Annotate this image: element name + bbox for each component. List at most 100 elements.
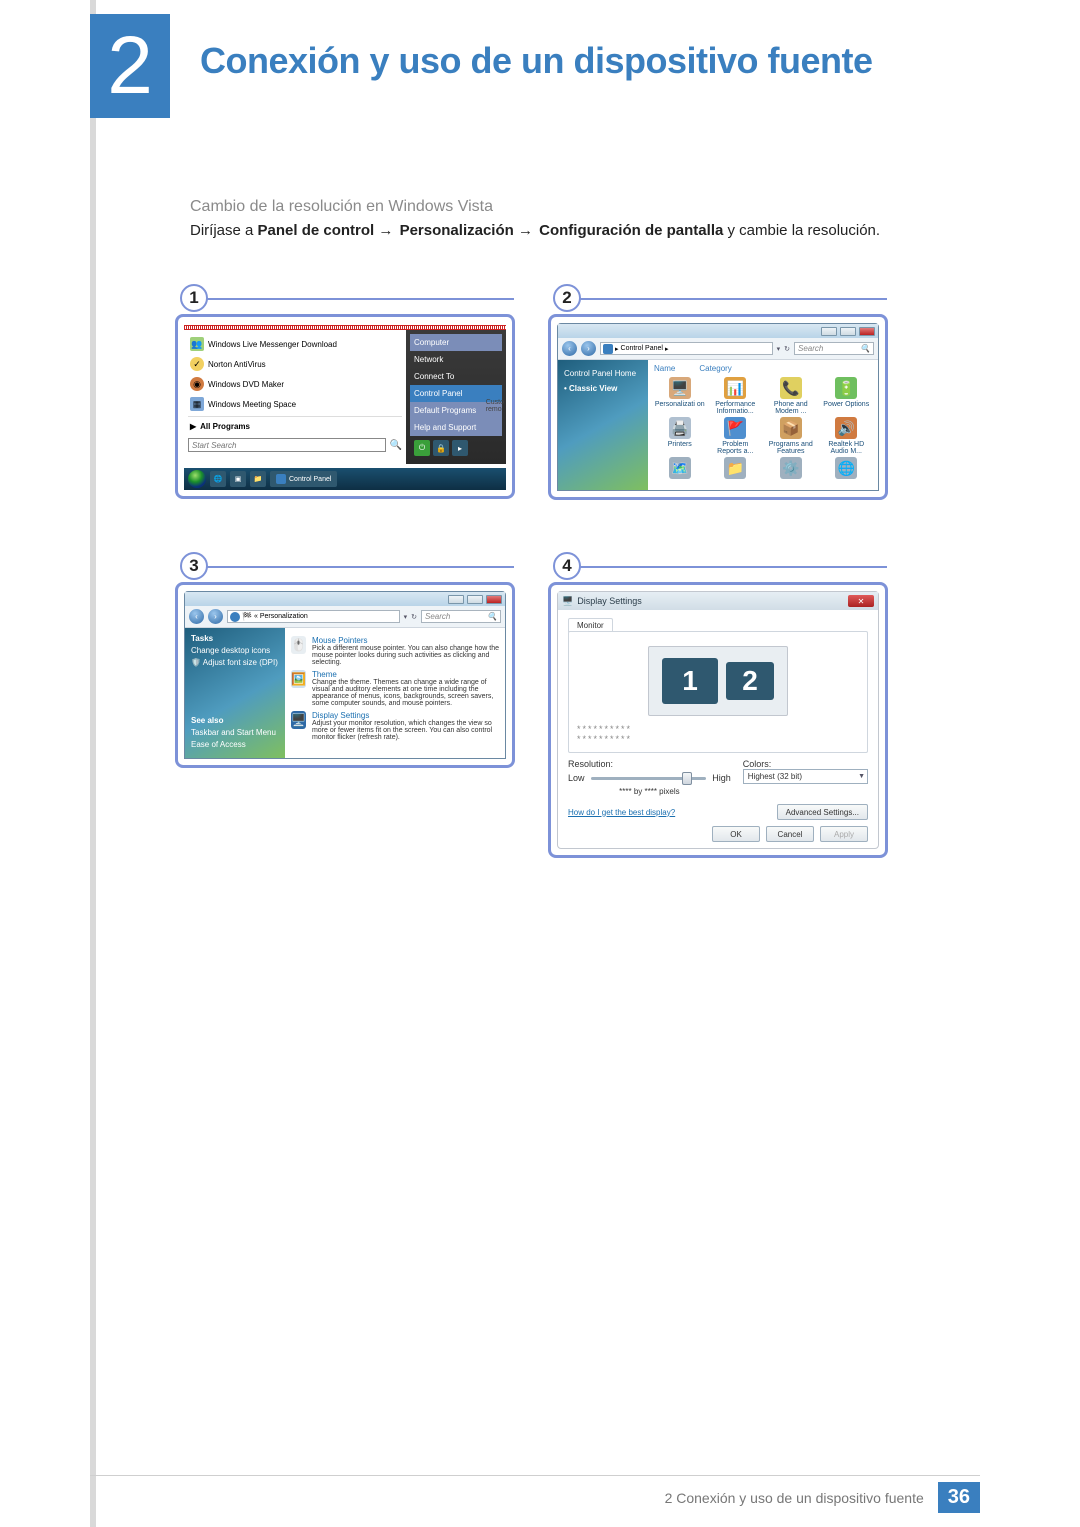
cp-item-icon: 🚩 <box>724 417 746 439</box>
colors-combo[interactable]: Highest (32 bit) ▼ <box>743 769 868 784</box>
monitor-preview[interactable]: 1 2 <box>648 646 788 716</box>
search-icon: 🔍 <box>487 612 497 621</box>
cp-item-icon: 🖥️ <box>669 377 691 399</box>
close-icon[interactable] <box>486 595 502 604</box>
right-item[interactable]: Network <box>410 351 502 368</box>
monitor-2[interactable]: 2 <box>726 662 774 700</box>
max-icon[interactable] <box>467 595 483 604</box>
chapter-title: Conexión y uso de un dispositivo fuente <box>200 40 873 82</box>
all-programs[interactable]: All Programs <box>200 422 250 431</box>
forward-icon[interactable]: › <box>581 341 596 356</box>
tab-monitor[interactable]: Monitor <box>568 618 613 632</box>
step-2-line <box>580 298 887 300</box>
menu-item[interactable]: Windows Meeting Space <box>208 400 296 409</box>
cp-item-icon: 📞 <box>780 377 802 399</box>
forward-icon[interactable]: › <box>208 609 223 624</box>
cp-classic-link[interactable]: • Classic View <box>564 381 642 396</box>
chevron-icon[interactable]: ▸ <box>452 440 468 456</box>
cp-item-icon: 🖨️ <box>669 417 691 439</box>
personalization-item[interactable]: 🖥️ Display Settings Adjust your monitor … <box>291 711 499 741</box>
cp-item-icon: 📁 <box>724 457 746 479</box>
personalization-item[interactable]: 🖱️ Mouse Pointers Pick a different mouse… <box>291 636 499 666</box>
lock-icon[interactable]: 🔒 <box>433 440 449 456</box>
chapter-number: 2 <box>107 19 153 113</box>
cp-item[interactable]: 📞Phone and Modem ... <box>765 377 817 415</box>
start-orb-icon[interactable] <box>188 470 206 488</box>
cp-item[interactable]: 🔋Power Options <box>821 377 873 415</box>
ok-button[interactable]: OK <box>712 826 760 842</box>
tb-player-icon[interactable]: ▣ <box>230 471 246 487</box>
search-input[interactable]: Search <box>425 612 450 621</box>
instruction-line: Diríjase a Panel de control → Personaliz… <box>190 222 990 239</box>
tb-app-icon[interactable]: 📁 <box>250 471 266 487</box>
page-number: 36 <box>938 1482 980 1513</box>
help-link[interactable]: How do I get the best display? <box>568 808 675 817</box>
step-2: 2 ‹ › ▸ Control Panel ▸ <box>548 292 895 500</box>
step-1: 1 👥 Windows Live Messenger Download ✓ No… <box>175 292 522 500</box>
footer-text: 2 Conexión y uso de un dispositivo fuent… <box>665 1490 924 1506</box>
resolution-slider[interactable] <box>591 777 707 780</box>
power-icon[interactable]: ⏻ <box>414 440 430 456</box>
right-item[interactable]: Connect To <box>410 368 502 385</box>
max-icon[interactable] <box>840 327 856 336</box>
search-icon: 🔍 <box>860 344 870 353</box>
seealso-link[interactable]: Ease of Access <box>191 740 279 749</box>
close-icon[interactable]: ✕ <box>848 595 874 607</box>
crumb-icon <box>230 612 240 622</box>
dialog-title: Display Settings <box>577 596 642 606</box>
cp-item[interactable]: 📊Performance Informatio... <box>710 377 762 415</box>
left-stripe <box>90 0 96 1527</box>
menu-item[interactable]: Windows Live Messenger Download <box>208 340 337 349</box>
cp-item[interactable]: 🖨️Printers <box>654 417 706 455</box>
search-input[interactable]: Search <box>798 344 823 353</box>
start-search-input[interactable] <box>188 438 386 452</box>
close-icon[interactable] <box>859 327 875 336</box>
cp-home-link[interactable]: Control Panel Home <box>564 366 642 381</box>
seealso-link[interactable]: Taskbar and Start Menu <box>191 728 279 737</box>
task-link[interactable]: Change desktop icons <box>191 646 279 655</box>
step-1-panel: 👥 Windows Live Messenger Download ✓ Nort… <box>175 314 515 499</box>
step-1-line <box>207 298 514 300</box>
cp-item[interactable]: 🖥️Personalizati on <box>654 377 706 415</box>
breadcrumb[interactable]: Personalization <box>260 613 308 620</box>
cp-item[interactable]: 📦Programs and Features <box>765 417 817 455</box>
back-icon[interactable]: ‹ <box>189 609 204 624</box>
apply-button[interactable]: Apply <box>820 826 868 842</box>
cp-item[interactable]: 📁 <box>710 457 762 481</box>
step-3-number: 3 <box>180 552 208 580</box>
step-4-panel: 🖥️ Display Settings ✕ Monitor 1 2 ******… <box>548 582 888 858</box>
cp-item[interactable]: 🗺️ <box>654 457 706 481</box>
cp-item-icon: 📦 <box>780 417 802 439</box>
right-item[interactable]: Computer <box>410 334 502 351</box>
shield-icon: 🛡️ <box>191 658 203 667</box>
back-icon[interactable]: ‹ <box>562 341 577 356</box>
taskbar-cp-label[interactable]: Control Panel <box>289 476 331 483</box>
chapter-number-box: 2 <box>90 14 170 118</box>
cp-item[interactable]: 🚩Problem Reports a... <box>710 417 762 455</box>
min-icon[interactable] <box>448 595 464 604</box>
step-1-number: 1 <box>180 284 208 312</box>
breadcrumb[interactable]: Control Panel <box>621 345 663 352</box>
advanced-button[interactable]: Advanced Settings... <box>777 804 868 820</box>
cancel-button[interactable]: Cancel <box>766 826 814 842</box>
step-3-line <box>207 566 514 568</box>
personalization-item[interactable]: 🖼️ Theme Change the theme. Themes can ch… <box>291 670 499 707</box>
tb-ie-icon[interactable]: 🌐 <box>210 471 226 487</box>
right-item[interactable]: Help and Support <box>410 419 502 436</box>
task-link[interactable]: 🛡️ Adjust font size (DPI) <box>191 658 279 667</box>
cp-item[interactable]: 🔊Realtek HD Audio M... <box>821 417 873 455</box>
step-3-panel: ‹ › 🏁« Personalization ▾ ↻ Search 🔍 <box>175 582 515 768</box>
resolution-readout: **** by **** pixels <box>568 787 731 796</box>
step-4-number: 4 <box>553 552 581 580</box>
slider-thumb[interactable] <box>682 772 692 785</box>
min-icon[interactable] <box>821 327 837 336</box>
cp-item-icon: 🔊 <box>835 417 857 439</box>
monitor-1[interactable]: 1 <box>662 658 718 704</box>
menu-item[interactable]: Windows DVD Maker <box>208 380 284 389</box>
cp-item[interactable]: ⚙️ <box>765 457 817 481</box>
search-icon: 🔍 <box>390 440 402 451</box>
cp-crumb-icon <box>603 344 613 354</box>
cp-item[interactable]: 🌐 <box>821 457 873 481</box>
step-2-number: 2 <box>553 284 581 312</box>
menu-item[interactable]: Norton AntiVirus <box>208 360 266 369</box>
